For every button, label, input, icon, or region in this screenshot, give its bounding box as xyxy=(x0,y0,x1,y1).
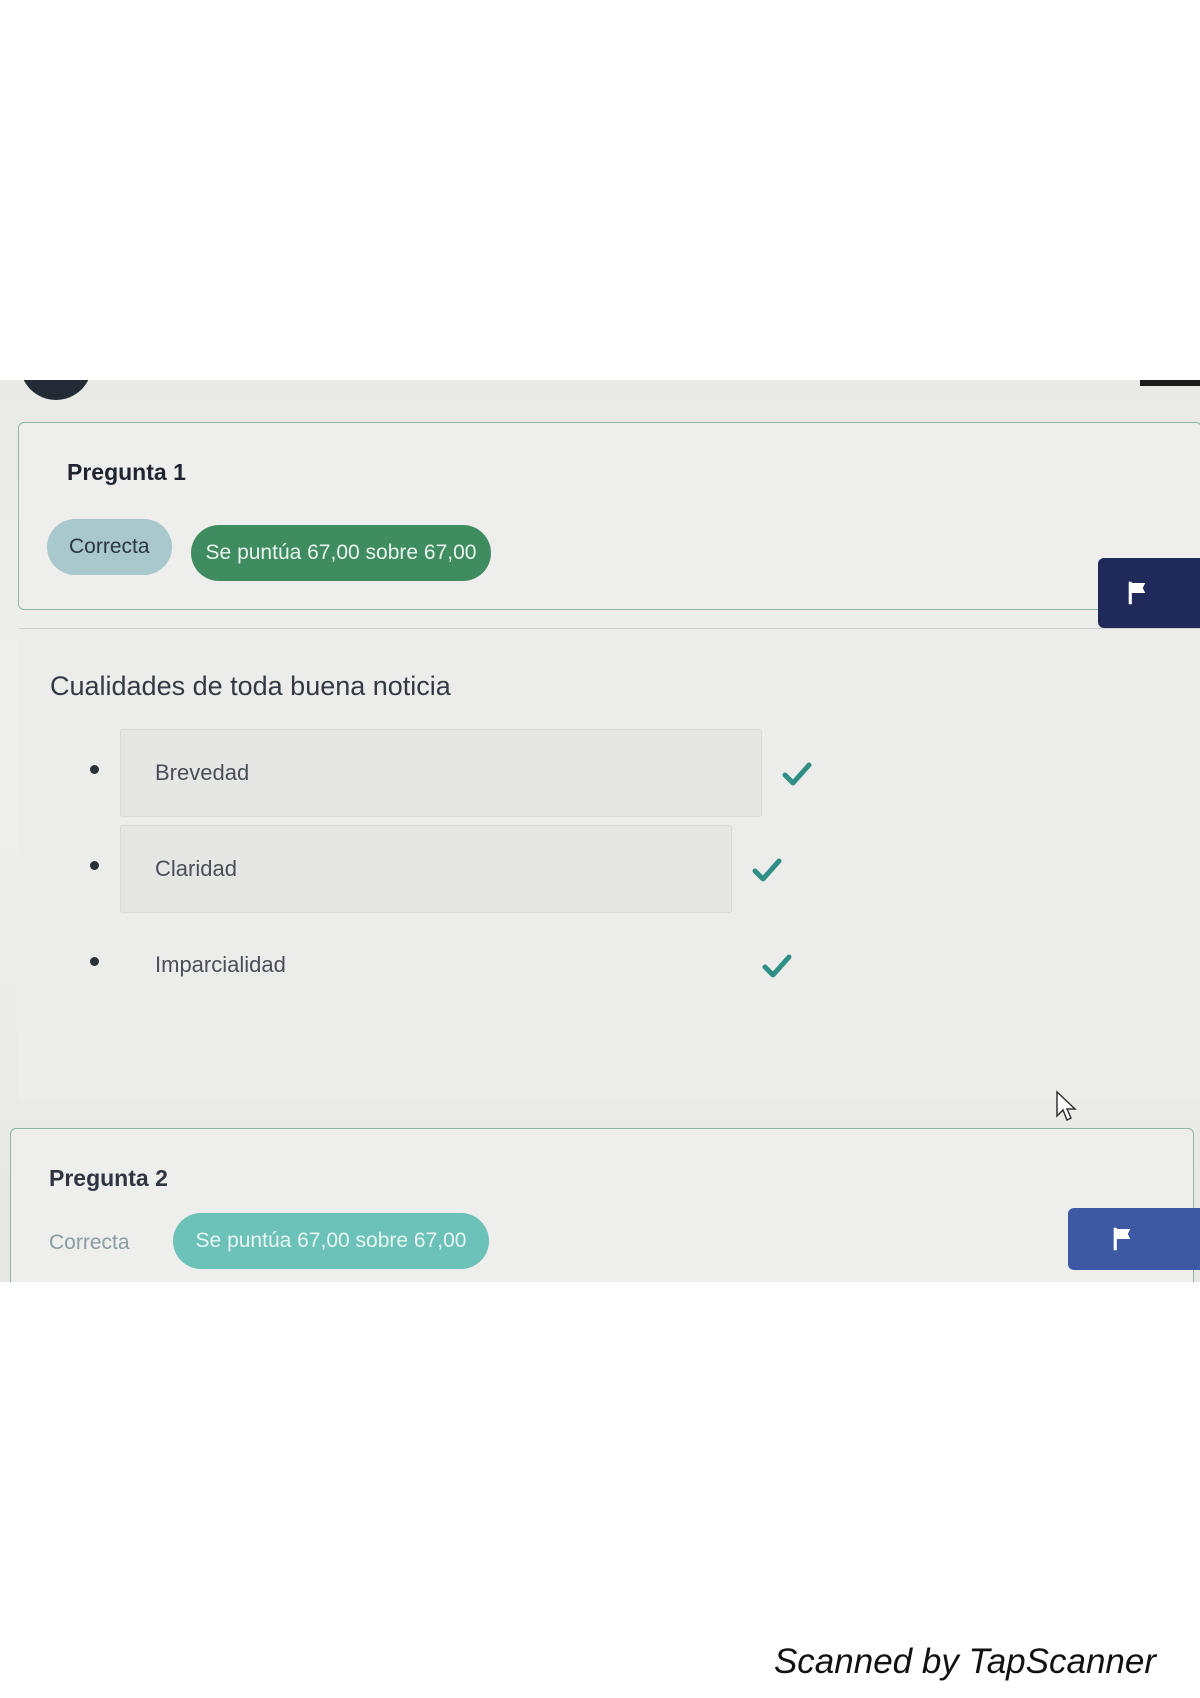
answer-box: Brevedad xyxy=(120,729,762,817)
question-2-title: Pregunta 2 xyxy=(49,1165,168,1191)
answer-item: Imparcialidad xyxy=(18,921,918,1009)
check-icon xyxy=(762,954,792,978)
top-corner-element xyxy=(20,380,92,400)
cursor-icon xyxy=(1056,1090,1077,1122)
answer-item: Brevedad xyxy=(18,729,918,817)
answer-text: Imparcialidad xyxy=(155,952,286,977)
bullet xyxy=(90,957,99,966)
answer-text: Claridad xyxy=(155,856,237,881)
question-2-score-badge: Se puntúa 67,00 sobre 67,00 xyxy=(173,1213,489,1269)
bullet xyxy=(90,861,99,870)
question-1-info: Pregunta 1 Correcta Se puntúa 67,00 sobr… xyxy=(18,422,1200,610)
question-1-text: Cualidades de toda buena noticia xyxy=(50,671,451,701)
question-1-status-badge: Correcta xyxy=(47,519,172,575)
question-2-flag-button[interactable] xyxy=(1068,1208,1200,1270)
question-1-title: Pregunta 1 xyxy=(67,459,186,485)
question-1-content: Cualidades de toda buena noticia Breveda… xyxy=(18,628,1200,1101)
answer-item: Claridad xyxy=(18,825,918,913)
answer-text: Brevedad xyxy=(155,760,250,785)
question-2-status-badge: Correcta xyxy=(49,1231,130,1254)
screen-bezel-edge xyxy=(1140,380,1200,386)
check-icon xyxy=(752,858,782,882)
question-1-score-badge: Se puntúa 67,00 sobre 67,00 xyxy=(191,525,491,581)
answer-box: Imparcialidad xyxy=(120,921,742,1009)
screen-photo: Pregunta 1 Correcta Se puntúa 67,00 sobr… xyxy=(0,380,1200,1282)
flag-icon xyxy=(1113,1227,1131,1251)
question-2-info: Pregunta 2 Correcta Se puntúa 67,00 sobr… xyxy=(10,1128,1194,1282)
flag-icon xyxy=(1128,581,1146,605)
answer-box: Claridad xyxy=(120,825,732,913)
scanner-watermark: Scanned by TapScanner xyxy=(773,1642,1156,1681)
question-1-flag-button[interactable] xyxy=(1098,558,1200,628)
bullet xyxy=(90,765,99,774)
check-icon xyxy=(782,762,812,786)
